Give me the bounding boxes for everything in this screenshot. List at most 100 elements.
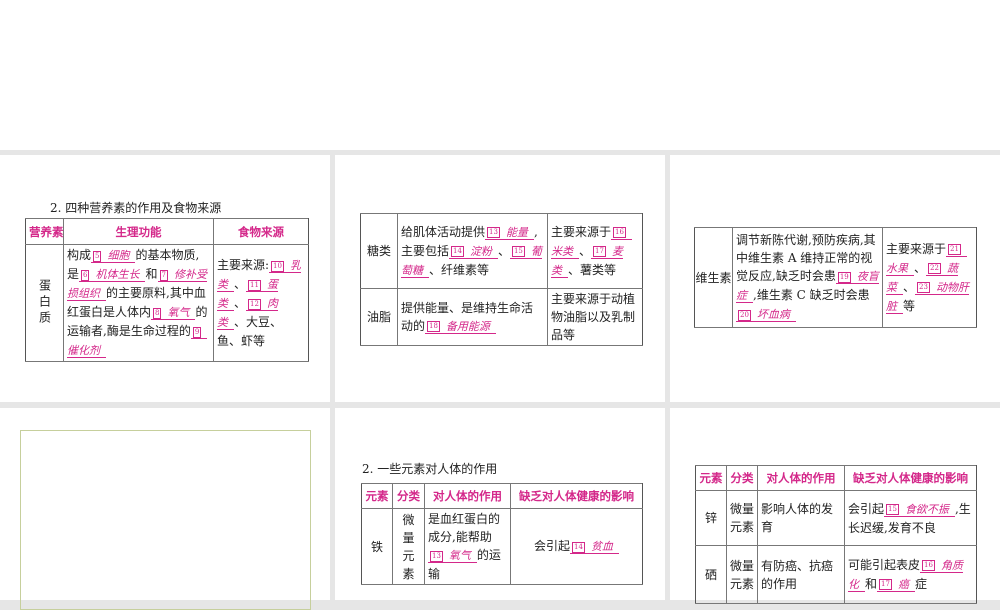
blank-number: 11 <box>248 279 261 291</box>
slide-thumbnail-6[interactable]: 元素 分类 对人体的作用 缺乏对人体健康的影响 锌微量元素 影响人体的发育 会引起 15 食欲… <box>670 408 1000 604</box>
cell-text: 构成 <box>67 248 92 262</box>
cell-text: ,维生素 C 缺乏时会患 <box>753 288 870 302</box>
cell-text: 主要来源于动植物油脂以及乳制品等 <box>551 292 636 342</box>
cell-text: 会引起 <box>848 501 885 516</box>
answer-blank: 14 贫血 <box>570 540 619 554</box>
blank-answer: 催化剂 <box>67 344 100 357</box>
header-cell: 对人体的作用 <box>757 465 845 491</box>
previous-row-slides[interactable] <box>0 0 1000 150</box>
header-cell: 缺乏对人体健康的影响 <box>844 465 977 491</box>
source-cell: 主要来源于 21水果、 22 蔬菜、 23 动物肝脏等 <box>882 227 977 328</box>
slide-thumbnail-3[interactable]: 维生素 调节新陈代谢,预防疾病,其中维生素 A 维持正常的视觉反应,缺乏时会患 19… <box>670 155 1000 402</box>
cell-text: 和 <box>865 576 878 591</box>
element-category: 微量元素 <box>726 490 758 546</box>
cell-text: 、 <box>234 277 247 291</box>
cell-text: 症 <box>914 576 927 591</box>
blank-answer: 能量 <box>505 225 528 239</box>
cell-text: 是血红蛋白的成分,能帮助 <box>428 512 501 544</box>
blank-answer: 水果 <box>886 261 908 275</box>
slide-thumbnail-4[interactable] <box>0 408 330 610</box>
blank-number: 19 <box>837 271 851 283</box>
cell-text: 给肌体活动提供 <box>401 224 486 239</box>
cell-text: 和 <box>145 267 158 281</box>
source-cell: 主要来源: 10 乳类、 11 蛋类、 12 肉类 、大豆、鱼、虾等 <box>213 244 309 362</box>
blank-answer: 机体生长 <box>95 268 140 281</box>
cell-text: 、 <box>579 243 592 258</box>
blank-number: 17 <box>593 246 606 257</box>
function-cell: 有防癌、抗癌的作用 <box>757 545 845 604</box>
blank-number: 21 <box>948 244 961 255</box>
nutrient-table: 糖类 给肌体活动提供 13 能量 ,主要包括 14 淀粉、 15 葡萄糖 、纤维素等 主要来源于 16… <box>360 213 643 346</box>
blank-answer: 氧气 <box>167 306 190 319</box>
blank-answer: 食欲不振 <box>904 502 949 516</box>
header-cell: 生理功能 <box>63 218 214 245</box>
blank-answer: 米类 <box>551 244 573 258</box>
blank-number: 6 <box>81 269 90 281</box>
header-cell: 食物来源 <box>213 218 309 245</box>
cell-text: 主要来源于 <box>551 224 612 239</box>
slide-thumbnail-5[interactable]: 2. 一些元素对人体的作用 元素 分类 对人体的作用 缺乏对人体健康的影响 铁微量元素… <box>335 408 665 600</box>
blank-number: 5 <box>93 250 102 262</box>
cell-text: 、 <box>914 260 927 275</box>
answer-blank: 13 氧气 <box>428 549 477 563</box>
blank-answer: 细胞 <box>107 249 130 262</box>
nutrient-name: 糖类 <box>360 213 398 289</box>
blank-number: 9 <box>192 326 202 338</box>
source-cell: 主要来源于动植物油脂以及乳制品等 <box>547 288 643 346</box>
blank-answer: 备用能源 <box>445 319 490 333</box>
element-category: 微量元素 <box>392 508 425 585</box>
nutrient-name: 蛋白质 <box>25 244 64 362</box>
cell-text: 主要来源于 <box>886 241 947 256</box>
cell-text: 主要来源: <box>217 258 270 272</box>
slide-thumbnail-1[interactable]: 2. 四种营养素的作用及食物来源 营养素 生理功能 食物来源 蛋白质 构成 5 细胞 的基… <box>0 155 330 402</box>
empty-text-box <box>20 430 311 610</box>
function-cell: 提供能量、是维持生命活动的 18 备用能源 <box>397 288 548 346</box>
blank-number: 7 <box>159 269 168 281</box>
slide-title: 2. 一些元素对人体的作用 <box>362 462 498 476</box>
cell-text: 等 <box>903 298 916 313</box>
blank-number: 13 <box>487 227 500 238</box>
element-name: 硒 <box>695 545 727 604</box>
cell-text: 、薯类等 <box>568 262 617 277</box>
blank-answer: 贫血 <box>590 540 613 553</box>
blank-number: 16 <box>922 560 935 571</box>
answer-blank: 15 食欲不振 <box>884 502 955 517</box>
element-table: 元素 分类 对人体的作用 缺乏对人体健康的影响 锌微量元素 影响人体的发育 会引起 15 食欲… <box>695 465 977 604</box>
cell-text: 有防癌、抗癌的作用 <box>761 558 834 591</box>
header-cell: 对人体的作用 <box>424 483 511 509</box>
cell-text: 会引起 <box>534 539 571 553</box>
blank-number: 22 <box>928 263 941 274</box>
cell-text: 、 <box>234 296 247 310</box>
answer-blank: 18 备用能源 <box>425 319 496 334</box>
cell-text: 影响人体的发育 <box>761 502 834 534</box>
header-cell: 营养素 <box>25 218 64 245</box>
answer-blank: 14 淀粉 <box>449 244 498 259</box>
blank-number: 10 <box>271 260 284 272</box>
slide-thumbnail-2[interactable]: 糖类 给肌体活动提供 13 能量 ,主要包括 14 淀粉、 15 葡萄糖 、纤维素等 主要来源于 16… <box>335 155 665 402</box>
blank-number: 8 <box>153 307 162 319</box>
nutrient-table: 营养素 生理功能 食物来源 蛋白质 构成 5 细胞 的基本物质,是 6 机体生长和 7 修补受损组… <box>25 218 309 362</box>
blank-number: 18 <box>427 321 440 332</box>
header-cell: 分类 <box>392 483 425 509</box>
cell-text: 、 <box>497 243 510 258</box>
deficiency-cell: 会引起 14 贫血 <box>510 508 643 585</box>
blank-number: 13 <box>430 550 443 562</box>
blank-number: 14 <box>572 541 585 553</box>
element-name: 锌 <box>695 490 727 546</box>
blank-answer: 癌 <box>897 577 909 591</box>
blank-number: 12 <box>248 298 261 310</box>
header-cell: 分类 <box>726 465 758 491</box>
blank-number: 20 <box>738 309 751 321</box>
element-category: 微量元素 <box>726 545 758 604</box>
blank-number: 16 <box>613 227 626 238</box>
blank-answer: 氧气 <box>448 549 471 562</box>
function-cell: 构成 5 细胞 的基本物质,是 6 机体生长和 7 修补受损组织 的主要原料,其中血红蛋白是人体… <box>63 244 214 362</box>
cell-text: 、纤维素等 <box>429 262 490 277</box>
answer-blank: 6 机体生长 <box>79 268 146 282</box>
cell-text: 、 <box>903 279 916 294</box>
nutrient-table: 维生素 调节新陈代谢,预防疾病,其中维生素 A 维持正常的视觉反应,缺乏时会患 19… <box>694 227 977 328</box>
function-cell: 给肌体活动提供 13 能量 ,主要包括 14 淀粉、 15 葡萄糖 、纤维素等 <box>397 213 548 289</box>
answer-blank: 8 氧气 <box>151 306 196 320</box>
nutrient-name: 油脂 <box>360 288 398 346</box>
deficiency-cell: 可能引起表皮 16 角质化和 17 癌症 <box>844 545 977 604</box>
